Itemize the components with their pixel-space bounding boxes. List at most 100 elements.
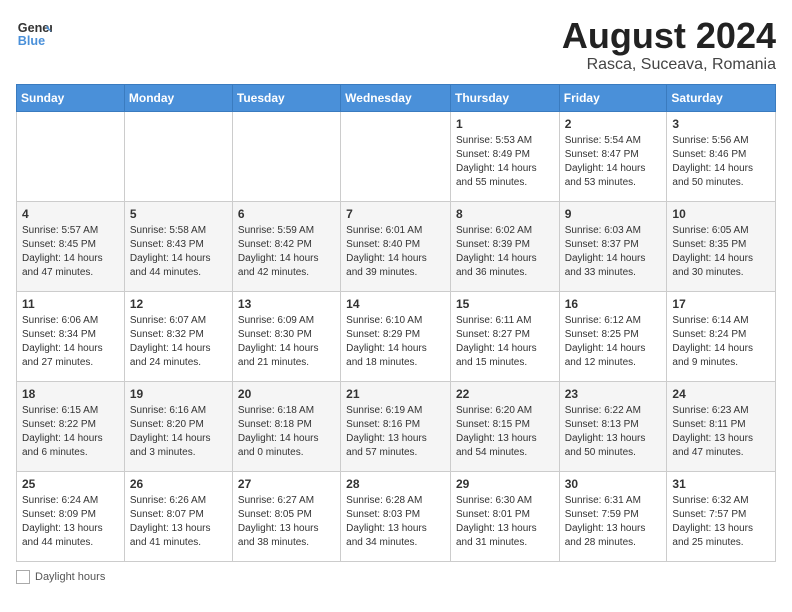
day-number: 20 [238,386,335,403]
day-detail: Sunrise: 6:07 AM Sunset: 8:32 PM Dayligh… [130,314,227,370]
day-detail: Sunrise: 5:59 AM Sunset: 8:42 PM Dayligh… [238,224,335,280]
day-number: 30 [565,476,662,493]
day-cell: 10Sunrise: 6:05 AM Sunset: 8:35 PM Dayli… [667,201,776,291]
day-header-saturday: Saturday [667,84,776,111]
day-number: 8 [456,206,554,223]
day-number: 23 [565,386,662,403]
day-cell: 15Sunrise: 6:11 AM Sunset: 8:27 PM Dayli… [450,291,559,381]
day-cell: 3Sunrise: 5:56 AM Sunset: 8:46 PM Daylig… [667,111,776,201]
day-cell: 24Sunrise: 6:23 AM Sunset: 8:11 PM Dayli… [667,381,776,471]
day-cell: 6Sunrise: 5:59 AM Sunset: 8:42 PM Daylig… [232,201,340,291]
title-area: August 2024 Rasca, Suceava, Romania [562,16,776,74]
day-number: 17 [672,296,770,313]
day-cell: 22Sunrise: 6:20 AM Sunset: 8:15 PM Dayli… [450,381,559,471]
day-cell: 4Sunrise: 5:57 AM Sunset: 8:45 PM Daylig… [17,201,125,291]
day-detail: Sunrise: 6:10 AM Sunset: 8:29 PM Dayligh… [346,314,445,370]
day-cell: 7Sunrise: 6:01 AM Sunset: 8:40 PM Daylig… [341,201,451,291]
day-cell [232,111,340,201]
day-cell: 1Sunrise: 5:53 AM Sunset: 8:49 PM Daylig… [450,111,559,201]
day-number: 4 [22,206,119,223]
day-header-sunday: Sunday [17,84,125,111]
day-cell: 2Sunrise: 5:54 AM Sunset: 8:47 PM Daylig… [559,111,667,201]
day-number: 12 [130,296,227,313]
week-row-5: 25Sunrise: 6:24 AM Sunset: 8:09 PM Dayli… [17,471,776,561]
day-cell: 26Sunrise: 6:26 AM Sunset: 8:07 PM Dayli… [124,471,232,561]
day-number: 24 [672,386,770,403]
day-cell [124,111,232,201]
day-detail: Sunrise: 6:09 AM Sunset: 8:30 PM Dayligh… [238,314,335,370]
day-detail: Sunrise: 6:14 AM Sunset: 8:24 PM Dayligh… [672,314,770,370]
day-number: 7 [346,206,445,223]
day-cell: 16Sunrise: 6:12 AM Sunset: 8:25 PM Dayli… [559,291,667,381]
day-detail: Sunrise: 6:18 AM Sunset: 8:18 PM Dayligh… [238,404,335,460]
day-cell: 31Sunrise: 6:32 AM Sunset: 7:57 PM Dayli… [667,471,776,561]
logo: General Blue [16,16,52,52]
day-detail: Sunrise: 6:19 AM Sunset: 8:16 PM Dayligh… [346,404,445,460]
week-row-1: 1Sunrise: 5:53 AM Sunset: 8:49 PM Daylig… [17,111,776,201]
day-detail: Sunrise: 6:03 AM Sunset: 8:37 PM Dayligh… [565,224,662,280]
day-cell: 9Sunrise: 6:03 AM Sunset: 8:37 PM Daylig… [559,201,667,291]
day-detail: Sunrise: 6:01 AM Sunset: 8:40 PM Dayligh… [346,224,445,280]
day-detail: Sunrise: 6:23 AM Sunset: 8:11 PM Dayligh… [672,404,770,460]
day-detail: Sunrise: 6:02 AM Sunset: 8:39 PM Dayligh… [456,224,554,280]
day-detail: Sunrise: 6:24 AM Sunset: 8:09 PM Dayligh… [22,494,119,550]
day-cell: 20Sunrise: 6:18 AM Sunset: 8:18 PM Dayli… [232,381,340,471]
calendar-subtitle: Rasca, Suceava, Romania [562,56,776,74]
day-number: 14 [346,296,445,313]
day-detail: Sunrise: 6:32 AM Sunset: 7:57 PM Dayligh… [672,494,770,550]
day-number: 6 [238,206,335,223]
day-number: 21 [346,386,445,403]
svg-text:Blue: Blue [18,34,45,48]
day-detail: Sunrise: 6:05 AM Sunset: 8:35 PM Dayligh… [672,224,770,280]
calendar-table: SundayMondayTuesdayWednesdayThursdayFrid… [16,84,776,562]
day-detail: Sunrise: 6:15 AM Sunset: 8:22 PM Dayligh… [22,404,119,460]
day-number: 10 [672,206,770,223]
day-header-wednesday: Wednesday [341,84,451,111]
day-header-monday: Monday [124,84,232,111]
logo-icon: General Blue [16,16,52,52]
day-number: 28 [346,476,445,493]
day-detail: Sunrise: 6:30 AM Sunset: 8:01 PM Dayligh… [456,494,554,550]
day-cell: 8Sunrise: 6:02 AM Sunset: 8:39 PM Daylig… [450,201,559,291]
day-header-friday: Friday [559,84,667,111]
day-header-tuesday: Tuesday [232,84,340,111]
calendar-title: August 2024 [562,16,776,56]
day-detail: Sunrise: 6:12 AM Sunset: 8:25 PM Dayligh… [565,314,662,370]
day-number: 22 [456,386,554,403]
day-detail: Sunrise: 5:53 AM Sunset: 8:49 PM Dayligh… [456,134,554,190]
daylight-label: Daylight hours [35,571,105,583]
day-number: 1 [456,116,554,133]
week-row-2: 4Sunrise: 5:57 AM Sunset: 8:45 PM Daylig… [17,201,776,291]
footer-legend: Daylight hours [16,570,776,584]
day-cell: 11Sunrise: 6:06 AM Sunset: 8:34 PM Dayli… [17,291,125,381]
day-detail: Sunrise: 6:28 AM Sunset: 8:03 PM Dayligh… [346,494,445,550]
day-detail: Sunrise: 6:06 AM Sunset: 8:34 PM Dayligh… [22,314,119,370]
day-number: 13 [238,296,335,313]
day-header-thursday: Thursday [450,84,559,111]
day-number: 11 [22,296,119,313]
day-number: 2 [565,116,662,133]
day-detail: Sunrise: 6:11 AM Sunset: 8:27 PM Dayligh… [456,314,554,370]
day-number: 31 [672,476,770,493]
day-number: 3 [672,116,770,133]
day-number: 5 [130,206,227,223]
day-cell: 21Sunrise: 6:19 AM Sunset: 8:16 PM Dayli… [341,381,451,471]
day-header-row: SundayMondayTuesdayWednesdayThursdayFrid… [17,84,776,111]
day-number: 15 [456,296,554,313]
day-cell: 28Sunrise: 6:28 AM Sunset: 8:03 PM Dayli… [341,471,451,561]
week-row-3: 11Sunrise: 6:06 AM Sunset: 8:34 PM Dayli… [17,291,776,381]
day-cell: 25Sunrise: 6:24 AM Sunset: 8:09 PM Dayli… [17,471,125,561]
day-detail: Sunrise: 6:22 AM Sunset: 8:13 PM Dayligh… [565,404,662,460]
day-detail: Sunrise: 5:58 AM Sunset: 8:43 PM Dayligh… [130,224,227,280]
day-number: 29 [456,476,554,493]
day-detail: Sunrise: 6:20 AM Sunset: 8:15 PM Dayligh… [456,404,554,460]
day-cell: 12Sunrise: 6:07 AM Sunset: 8:32 PM Dayli… [124,291,232,381]
day-detail: Sunrise: 6:16 AM Sunset: 8:20 PM Dayligh… [130,404,227,460]
day-cell: 29Sunrise: 6:30 AM Sunset: 8:01 PM Dayli… [450,471,559,561]
day-cell [341,111,451,201]
day-cell: 23Sunrise: 6:22 AM Sunset: 8:13 PM Dayli… [559,381,667,471]
week-row-4: 18Sunrise: 6:15 AM Sunset: 8:22 PM Dayli… [17,381,776,471]
day-number: 19 [130,386,227,403]
day-cell: 18Sunrise: 6:15 AM Sunset: 8:22 PM Dayli… [17,381,125,471]
header: General Blue August 2024 Rasca, Suceava,… [16,16,776,74]
